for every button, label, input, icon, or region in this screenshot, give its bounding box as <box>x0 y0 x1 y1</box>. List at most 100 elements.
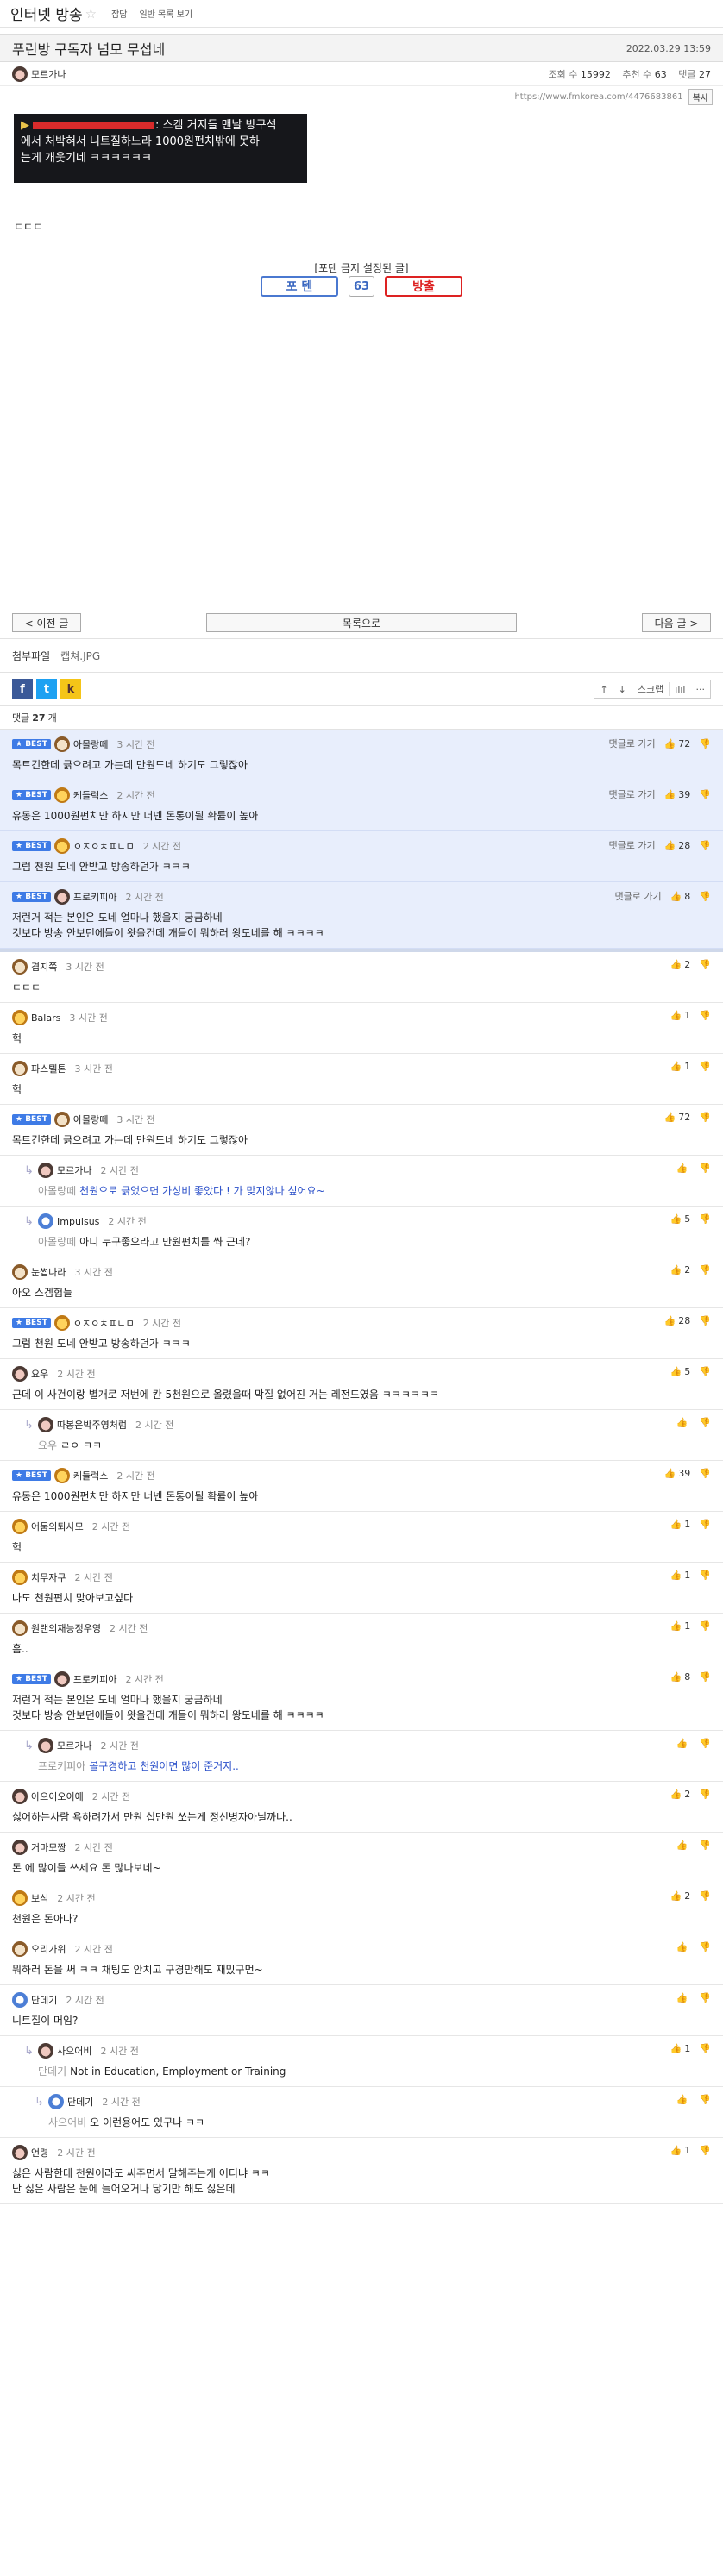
mention[interactable]: 단데기 <box>38 2065 66 2078</box>
thumbs-down-icon[interactable]: 👎 <box>699 1671 711 1683</box>
avatar[interactable] <box>12 1061 28 1076</box>
thumbs-down-icon[interactable]: 👎 <box>699 1992 711 2003</box>
comment-author[interactable]: 따봉은박주영처럼 <box>57 1418 127 1432</box>
post-url[interactable]: https://www.fmkorea.com/4476683861 <box>514 92 682 102</box>
comment-author[interactable]: 단데기 <box>67 2095 93 2109</box>
thumbs-down-icon[interactable]: 👎 <box>699 1468 711 1479</box>
avatar[interactable] <box>53 736 70 752</box>
thumbs-up-icon[interactable]: 👍 <box>664 840 676 851</box>
general-list-link[interactable]: 일반 목록 보기 <box>139 7 192 20</box>
thumbs-up-icon[interactable]: 👍 <box>670 2145 682 2156</box>
thumbs-down-icon[interactable]: 👎 <box>699 2145 711 2156</box>
thumbs-down-icon[interactable]: 👎 <box>699 1112 711 1123</box>
mention[interactable]: 사으어비 <box>48 2116 86 2128</box>
thumbs-up-icon[interactable]: 👍 <box>670 1671 682 1683</box>
thumbs-down-icon[interactable]: 👎 <box>699 1417 711 1428</box>
comment-author[interactable]: ㅇㅈㅇㅊㅍㄴㅁ <box>73 839 135 853</box>
thumbs-down-icon[interactable]: 👎 <box>699 1890 711 1902</box>
thumbs-up-icon[interactable]: 👍 <box>670 1366 682 1377</box>
avatar[interactable] <box>38 1163 53 1178</box>
comment-author[interactable]: 아몰랑떼 <box>73 737 108 751</box>
avatar[interactable] <box>12 1010 28 1025</box>
thumbs-up-icon[interactable]: 👍 <box>670 1061 682 1072</box>
comment-author[interactable]: 케들럭스 <box>73 1469 108 1482</box>
comment-author[interactable]: 프로키피아 <box>73 1672 117 1686</box>
comment-author[interactable]: 오리가위 <box>31 1942 66 1956</box>
thumbs-down-icon[interactable]: 👎 <box>699 2094 711 2105</box>
thumbs-up-icon[interactable]: 👍 <box>664 789 676 800</box>
thumbs-up-icon[interactable]: 👍 <box>670 1010 682 1021</box>
comment-author[interactable]: 케들럭스 <box>73 788 108 802</box>
go-to-reply-link[interactable]: 댓글로 가기 <box>608 838 655 852</box>
stats-icon[interactable]: ılıl <box>670 684 690 695</box>
comment-author[interactable]: Impulsus <box>57 1216 99 1227</box>
avatar[interactable] <box>53 838 70 854</box>
scroll-up-icon[interactable]: ↑ <box>594 684 613 695</box>
mention[interactable]: 아몰랑떼 <box>38 1185 76 1197</box>
comment-author[interactable]: 아으이오이에 <box>31 1789 84 1803</box>
thumbs-down-icon[interactable]: 👎 <box>699 1213 711 1225</box>
thumbs-up-icon[interactable]: 👍 <box>670 959 682 970</box>
avatar[interactable] <box>12 1789 28 1804</box>
avatar[interactable] <box>12 1264 28 1280</box>
thumbs-up-icon[interactable]: 👍 <box>676 1941 688 1952</box>
thumbs-up-icon[interactable]: 👍 <box>664 1315 676 1326</box>
comment-author[interactable]: 원랜의재능정우영 <box>31 1621 101 1635</box>
avatar[interactable] <box>53 1468 70 1483</box>
avatar[interactable] <box>12 1840 28 1855</box>
avatar[interactable] <box>12 1620 28 1636</box>
thumbs-up-icon[interactable]: 👍 <box>670 2043 682 2054</box>
captured-image[interactable]: ▶: 스캠 거지들 맨날 방구석 에서 처박혀서 니트질하느라 1000원펀치밖… <box>14 114 307 183</box>
thumbs-down-icon[interactable]: 👎 <box>699 1366 711 1377</box>
thumbs-up-icon[interactable]: 👍 <box>676 1738 688 1749</box>
thumbs-down-icon[interactable]: 👎 <box>699 1061 711 1072</box>
board-title[interactable]: 인터넷 방송 <box>10 3 83 24</box>
avatar[interactable] <box>12 959 28 975</box>
thumbs-up-icon[interactable]: 👍 <box>676 1163 688 1174</box>
avatar[interactable] <box>12 1519 28 1534</box>
kakao-share-icon[interactable]: k <box>60 679 81 699</box>
thumbs-down-icon[interactable]: 👎 <box>699 1264 711 1275</box>
post-title[interactable]: 푸린방 구독자 념모 무섭네 <box>12 38 165 59</box>
avatar[interactable] <box>53 889 70 905</box>
thumbs-up-icon[interactable]: 👍 <box>670 1789 682 1800</box>
prev-post-button[interactable]: < 이전 글 <box>12 613 81 632</box>
avatar[interactable] <box>38 1417 53 1432</box>
go-to-reply-link[interactable]: 댓글로 가기 <box>614 889 661 903</box>
back-to-list-button[interactable]: 목록으로 <box>206 613 517 632</box>
comment-author[interactable]: 프로키피아 <box>73 890 117 904</box>
avatar[interactable] <box>38 1213 53 1229</box>
thumbs-down-icon[interactable]: 👎 <box>699 1620 711 1632</box>
thumbs-down-icon[interactable]: 👎 <box>699 1010 711 1021</box>
thumbs-up-icon[interactable]: 👍 <box>670 1519 682 1530</box>
avatar[interactable] <box>12 1366 28 1382</box>
avatar[interactable] <box>12 1570 28 1585</box>
thumbs-down-icon[interactable]: 👎 <box>699 1941 711 1952</box>
avatar[interactable] <box>53 1112 70 1127</box>
comment-author[interactable]: 보석 <box>31 1891 48 1905</box>
avatar[interactable] <box>38 2043 53 2059</box>
thumbs-down-icon[interactable]: 👎 <box>699 1570 711 1581</box>
avatar[interactable] <box>12 1992 28 2008</box>
mention[interactable]: 프로키피아 <box>38 1760 85 1772</box>
thumbs-up-icon[interactable]: 👍 <box>670 1620 682 1632</box>
comment-author[interactable]: 모르가나 <box>57 1739 91 1752</box>
thumbs-up-icon[interactable]: 👍 <box>664 738 676 749</box>
comment-author[interactable]: 치무자쿠 <box>31 1570 66 1584</box>
vote-down-button[interactable]: 방출 <box>385 276 462 297</box>
thumbs-down-icon[interactable]: 👎 <box>699 2043 711 2054</box>
comment-author[interactable]: 사으어비 <box>57 2044 91 2058</box>
avatar[interactable] <box>53 787 70 803</box>
thumbs-down-icon[interactable]: 👎 <box>699 1789 711 1800</box>
thumbs-down-icon[interactable]: 👎 <box>699 840 711 851</box>
comment-author[interactable]: 파스텔톤 <box>31 1062 66 1075</box>
twitter-share-icon[interactable]: t <box>36 679 57 699</box>
thumbs-up-icon[interactable]: 👍 <box>676 1417 688 1428</box>
go-to-reply-link[interactable]: 댓글로 가기 <box>608 787 655 801</box>
comment-author[interactable]: 아몰랑떼 <box>73 1113 108 1126</box>
thumbs-down-icon[interactable]: 👎 <box>699 959 711 970</box>
author-name[interactable]: 모르가나 <box>31 67 66 81</box>
scroll-down-icon[interactable]: ↓ <box>613 684 632 695</box>
facebook-share-icon[interactable]: f <box>12 679 33 699</box>
attachment-file[interactable]: 캡쳐.JPG <box>60 649 100 663</box>
